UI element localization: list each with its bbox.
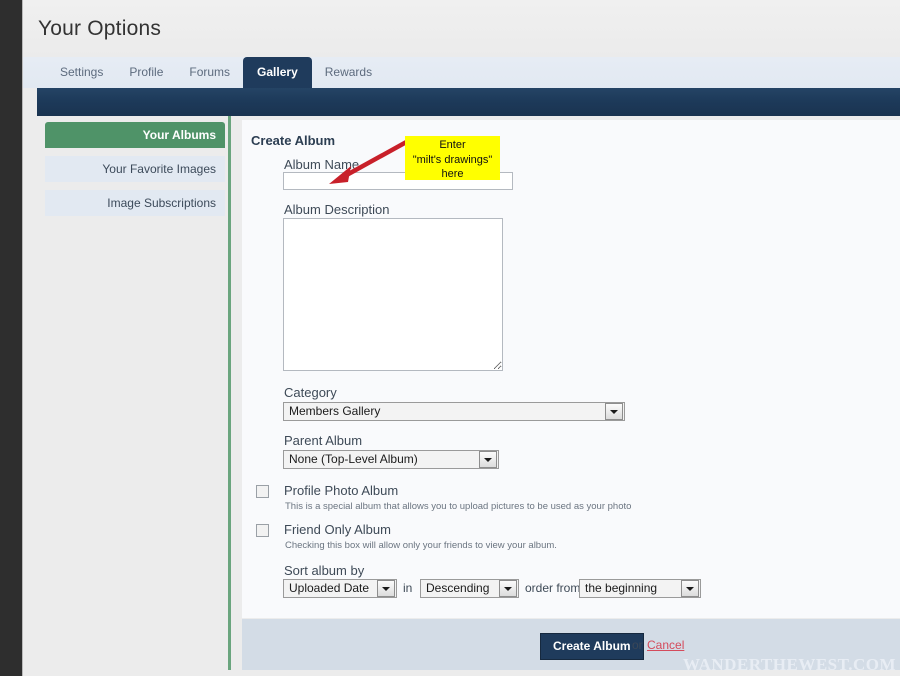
annotation-callout-box: Enter "milt's drawings" here: [405, 136, 500, 180]
album-description-textarea[interactable]: [283, 218, 503, 371]
sort-direction-select-value: Descending: [426, 581, 490, 595]
category-select-value: Members Gallery: [289, 404, 381, 418]
sort-field-select-value: Uploaded Date: [289, 581, 370, 595]
sort-origin-select-value: the beginning: [585, 581, 658, 595]
sort-album-by-label: Sort album by: [284, 563, 365, 578]
sidebar-item-your-favorite-images[interactable]: Your Favorite Images: [45, 156, 225, 182]
page-root: Your Options Settings Profile Forums Gal…: [0, 0, 900, 676]
parent-album-select-value: None (Top-Level Album): [289, 452, 418, 466]
sidebar-item-image-subscriptions[interactable]: Image Subscriptions: [45, 190, 225, 216]
annotation-line-3: here: [441, 168, 464, 180]
tab-forums[interactable]: Forums: [176, 57, 243, 88]
create-album-panel: Create Album Album Name Album Descriptio…: [242, 120, 900, 618]
friend-only-album-note: Checking this box will allow only your f…: [285, 540, 557, 551]
or-separator-label: or: [632, 638, 643, 652]
sort-field-select[interactable]: Uploaded Date: [283, 579, 397, 598]
sort-joiner-in: in: [403, 581, 413, 595]
friend-only-album-checkbox[interactable]: [256, 524, 269, 537]
friend-only-album-label: Friend Only Album: [284, 522, 391, 537]
category-label: Category: [284, 385, 337, 400]
watermark: WANDERTHEWEST.COM: [682, 655, 896, 674]
parent-album-label: Parent Album: [284, 433, 363, 448]
sidebar-item-your-albums[interactable]: Your Albums: [45, 122, 225, 148]
page-header: Your Options: [23, 0, 900, 57]
create-album-button[interactable]: Create Album: [540, 633, 644, 660]
chevron-down-icon: [377, 580, 395, 597]
tab-strip: Settings Profile Forums Gallery Rewards: [23, 57, 900, 89]
profile-photo-album-note: This is a special album that allows you …: [285, 501, 632, 512]
album-description-label: Album Description: [284, 202, 390, 217]
tab-rewards[interactable]: Rewards: [312, 57, 385, 88]
chevron-down-icon: [605, 403, 623, 420]
tab-gallery[interactable]: Gallery: [243, 57, 312, 89]
chevron-down-icon: [499, 580, 517, 597]
panel-heading: Create Album: [251, 133, 336, 148]
left-gutter-bar: [0, 0, 22, 676]
parent-album-select[interactable]: None (Top-Level Album): [283, 450, 499, 469]
sort-origin-select[interactable]: the beginning: [579, 579, 701, 598]
tab-settings[interactable]: Settings: [47, 57, 116, 88]
annotation-line-1: Enter: [439, 139, 466, 151]
navigation-bar-fill: [37, 88, 900, 116]
gutter-edge-divider: [22, 0, 23, 676]
tab-list: Settings Profile Forums Gallery Rewards: [47, 57, 385, 89]
page-title: Your Options: [38, 17, 162, 40]
sort-joiner-order-from: order from: [525, 581, 581, 595]
profile-photo-album-label: Profile Photo Album: [284, 483, 399, 498]
cancel-link[interactable]: Cancel: [647, 638, 684, 652]
chevron-down-icon: [681, 580, 699, 597]
sidebar: Your Albums Your Favorite Images Image S…: [37, 116, 231, 670]
profile-photo-album-checkbox[interactable]: [256, 485, 269, 498]
album-name-label: Album Name: [284, 157, 360, 172]
tab-profile[interactable]: Profile: [116, 57, 176, 88]
annotation-line-2: "milt's drawings": [412, 153, 493, 166]
sort-direction-select[interactable]: Descending: [420, 579, 519, 598]
chevron-down-icon: [479, 451, 497, 468]
navigation-bar: [37, 88, 900, 116]
category-select[interactable]: Members Gallery: [283, 402, 625, 421]
